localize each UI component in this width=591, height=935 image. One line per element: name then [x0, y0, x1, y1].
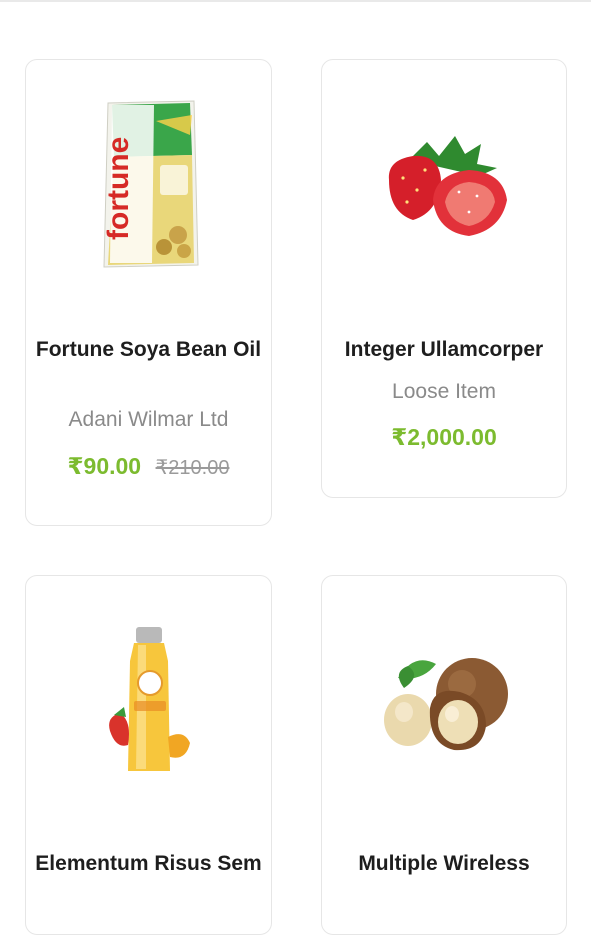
juice-bottle-icon — [108, 627, 190, 771]
product-brand: Adani Wilmar Ltd — [68, 408, 229, 431]
product-card[interactable]: Multiple Wireless — [321, 575, 567, 935]
product-price: ₹2,000.00 — [391, 424, 497, 450]
product-image[interactable] — [338, 76, 550, 294]
oil-pouch-icon: fortune — [102, 100, 199, 268]
product-name[interactable]: Multiple Wireless — [330, 850, 558, 878]
nuts-icon — [384, 658, 508, 751]
product-card[interactable]: fortune Fortune Soya Bean Oil Adani Wilm… — [25, 59, 272, 526]
product-image[interactable] — [42, 592, 255, 810]
header-divider — [0, 0, 591, 2]
product-card[interactable]: Integer Ullamcorper Loose Item ₹2,000.00 — [321, 59, 567, 498]
product-image[interactable] — [338, 592, 550, 810]
price-row: ₹90.00 ₹210.00 — [26, 453, 271, 480]
product-name[interactable]: Elementum Risus Sem — [34, 850, 263, 878]
svg-text:fortune: fortune — [102, 137, 135, 240]
product-name[interactable]: Fortune Soya Bean Oil — [34, 336, 263, 364]
product-image[interactable]: fortune — [42, 76, 255, 294]
product-card[interactable]: Elementum Risus Sem — [25, 575, 272, 935]
product-price: ₹90.00 — [67, 453, 142, 479]
product-name[interactable]: Integer Ullamcorper — [330, 336, 558, 364]
price-row: ₹2,000.00 — [322, 424, 566, 451]
strawberry-icon — [388, 136, 507, 236]
product-brand: Loose Item — [392, 380, 496, 403]
product-old-price: ₹210.00 — [155, 457, 230, 479]
